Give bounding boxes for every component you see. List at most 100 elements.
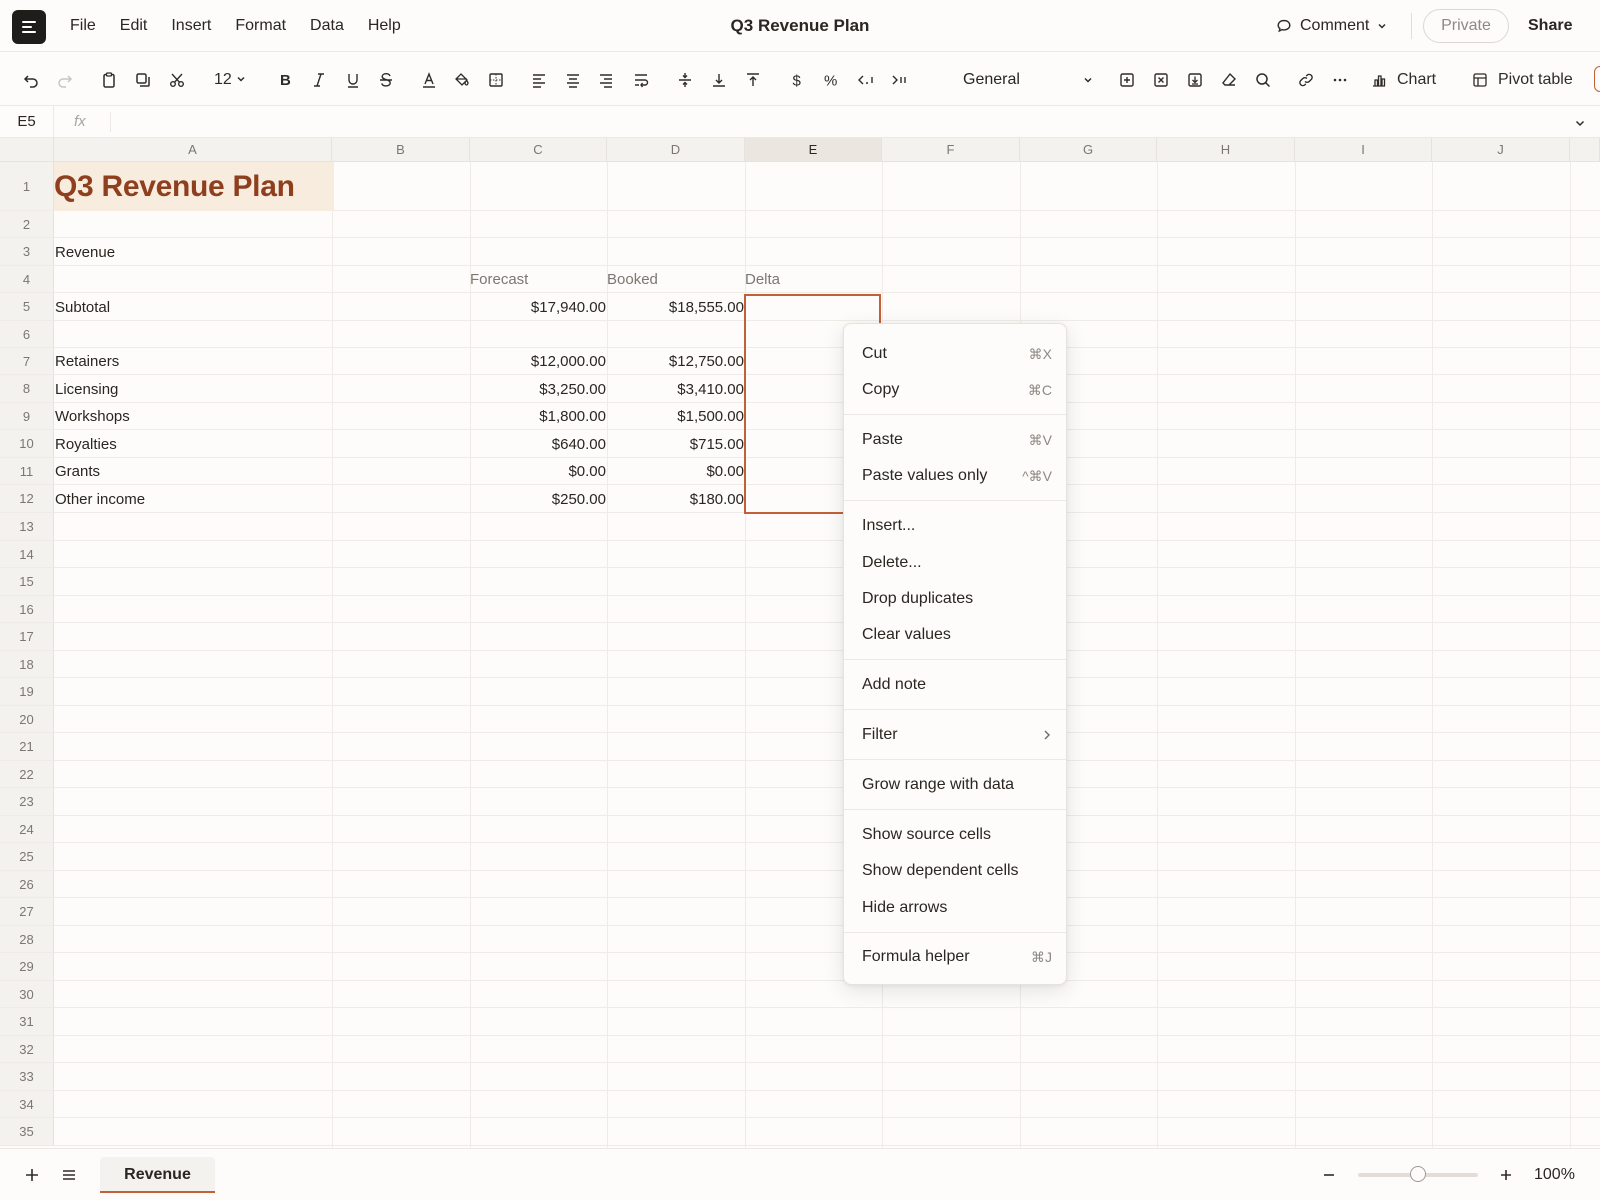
menu-item-paste-values[interactable]: Paste values only ^⌘V	[862, 463, 1052, 489]
wrap-icon[interactable]	[628, 67, 654, 93]
delete-icon[interactable]	[1148, 67, 1174, 93]
column-header-g[interactable]: G	[1020, 138, 1157, 162]
row-header[interactable]: 21	[0, 733, 54, 761]
valign-top-icon[interactable]	[740, 67, 766, 93]
row-header[interactable]: 7	[0, 348, 54, 375]
link-icon[interactable]	[1293, 67, 1319, 93]
cut-icon[interactable]	[164, 67, 190, 93]
cell-d8[interactable]: $3,410.00	[607, 375, 744, 403]
cell-c12[interactable]: $250.00	[470, 485, 606, 513]
copy-icon[interactable]	[130, 67, 156, 93]
align-right-icon[interactable]	[593, 67, 619, 93]
font-size-select[interactable]: 12	[214, 67, 246, 93]
row-header[interactable]: 25	[0, 843, 54, 871]
menu-file[interactable]: File	[58, 17, 108, 35]
menu-icon[interactable]	[12, 10, 46, 44]
menu-item-paste[interactable]: Paste ⌘V	[862, 427, 1052, 453]
row-header[interactable]: 30	[0, 981, 54, 1008]
row-header[interactable]: 19	[0, 678, 54, 706]
row-header[interactable]: 13	[0, 513, 54, 541]
column-header-f[interactable]: F	[882, 138, 1020, 162]
text-color-icon[interactable]	[416, 67, 442, 93]
cell-c10[interactable]: $640.00	[470, 430, 606, 458]
column-header-h[interactable]: H	[1157, 138, 1295, 162]
share-button[interactable]: Share	[1528, 9, 1572, 43]
bold-icon[interactable]: B	[272, 67, 298, 93]
insert-icon[interactable]	[1114, 67, 1140, 93]
row-header[interactable]: 33	[0, 1063, 54, 1091]
strikethrough-icon[interactable]	[373, 67, 399, 93]
toolbar-overflow-button[interactable]	[1594, 66, 1600, 92]
row-header[interactable]: 27	[0, 898, 54, 926]
cell-a8[interactable]: Licensing	[55, 375, 325, 403]
menu-item-add-note[interactable]: Add note	[862, 672, 1052, 698]
menu-item-filter[interactable]: Filter	[862, 722, 1052, 748]
row-header[interactable]: 15	[0, 568, 54, 596]
menu-insert[interactable]: Insert	[159, 17, 223, 35]
menu-format[interactable]: Format	[223, 17, 298, 35]
more-icon[interactable]	[1327, 67, 1353, 93]
row-header[interactable]: 9	[0, 403, 54, 430]
cell-c8[interactable]: $3,250.00	[470, 375, 606, 403]
zoom-out-icon[interactable]	[1317, 1163, 1341, 1187]
row-header[interactable]: 23	[0, 788, 54, 816]
menu-data[interactable]: Data	[298, 17, 356, 35]
cell-a11[interactable]: Grants	[55, 458, 325, 485]
cell-c9[interactable]: $1,800.00	[470, 403, 606, 430]
column-header-j[interactable]: J	[1432, 138, 1570, 162]
cell-a10[interactable]: Royalties	[55, 430, 325, 458]
row-header[interactable]: 12	[0, 485, 54, 513]
menu-item-delete[interactable]: Delete...	[862, 550, 1052, 576]
cell-d9[interactable]: $1,500.00	[607, 403, 744, 430]
row-header[interactable]: 26	[0, 871, 54, 898]
redo-icon[interactable]	[52, 67, 78, 93]
cell-d10[interactable]: $715.00	[607, 430, 744, 458]
cell-d5[interactable]: $18,555.00	[607, 293, 744, 321]
row-header[interactable]: 6	[0, 321, 54, 348]
comment-button[interactable]: Comment	[1276, 12, 1395, 40]
menu-item-drop-duplicates[interactable]: Drop duplicates	[862, 586, 1052, 612]
row-header[interactable]: 2	[0, 211, 54, 238]
cell-d12[interactable]: $180.00	[607, 485, 744, 513]
column-header-d[interactable]: D	[607, 138, 745, 162]
cell-d4[interactable]: Booked	[607, 266, 742, 293]
cell-a7[interactable]: Retainers	[55, 348, 325, 375]
menu-item-cut[interactable]: Cut ⌘X	[862, 341, 1052, 367]
row-header[interactable]: 31	[0, 1008, 54, 1036]
chevron-down-icon[interactable]	[1574, 116, 1586, 133]
row-header[interactable]: 29	[0, 953, 54, 981]
valign-middle-icon[interactable]	[672, 67, 698, 93]
column-header-k[interactable]	[1570, 138, 1600, 162]
currency-icon[interactable]: $	[784, 67, 810, 93]
sheet-grid[interactable]: A B C D E F G H I J 1 2 3 4 5 6 7 8 9 10 11 12 13 14 1…	[0, 138, 1600, 1148]
undo-icon[interactable]	[18, 67, 44, 93]
row-header[interactable]: 1	[0, 162, 54, 211]
row-header[interactable]: 11	[0, 458, 54, 485]
row-header[interactable]: 3	[0, 238, 54, 266]
row-header[interactable]: 22	[0, 761, 54, 788]
row-header[interactable]: 35	[0, 1118, 54, 1146]
search-icon[interactable]	[1250, 67, 1276, 93]
cell-a12[interactable]: Other income	[55, 485, 325, 513]
menu-help[interactable]: Help	[356, 17, 413, 35]
cell-c5[interactable]: $17,940.00	[470, 293, 606, 321]
row-header[interactable]: 17	[0, 623, 54, 651]
zoom-slider-handle[interactable]	[1410, 1166, 1426, 1182]
row-header[interactable]: 32	[0, 1036, 54, 1063]
select-all-corner[interactable]	[0, 138, 54, 162]
row-header[interactable]: 4	[0, 266, 54, 293]
sheet-title[interactable]: Q3 Revenue Plan	[54, 162, 295, 211]
import-icon[interactable]	[1182, 67, 1208, 93]
decrease-decimal-icon[interactable]	[852, 67, 878, 93]
sheet-list-icon[interactable]	[57, 1163, 81, 1187]
menu-item-show-source[interactable]: Show source cells	[862, 822, 1052, 848]
column-header-a[interactable]: A	[54, 138, 332, 162]
clear-icon[interactable]	[1216, 67, 1242, 93]
sheet-tab-revenue[interactable]: Revenue	[100, 1157, 215, 1193]
menu-item-clear-values[interactable]: Clear values	[862, 622, 1052, 648]
row-header[interactable]: 5	[0, 293, 54, 321]
increase-decimal-icon[interactable]	[886, 67, 912, 93]
menu-item-formula-helper[interactable]: Formula helper ⌘J	[862, 944, 1052, 970]
row-header[interactable]: 34	[0, 1091, 54, 1118]
column-header-c[interactable]: C	[470, 138, 607, 162]
